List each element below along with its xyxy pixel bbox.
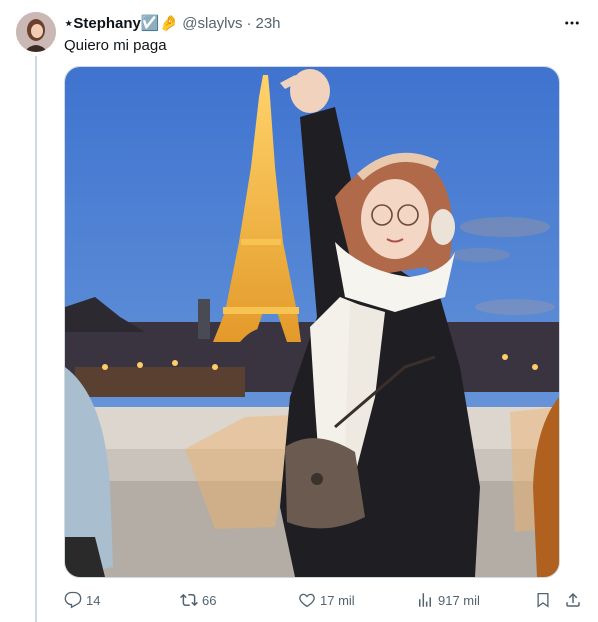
- separator-dot: ·: [246, 14, 252, 32]
- bookmark-icon: [537, 592, 549, 608]
- views-icon: [419, 593, 431, 607]
- views-button[interactable]: 917 mil: [416, 588, 480, 612]
- more-button[interactable]: [560, 11, 584, 35]
- retweet-button[interactable]: 66: [180, 588, 216, 612]
- retweet-count: 66: [202, 592, 217, 608]
- tweet-photo[interactable]: [64, 66, 560, 578]
- avatar[interactable]: [16, 12, 56, 52]
- like-icon: [299, 593, 315, 608]
- user-handle[interactable]: @slaylvs: [182, 15, 242, 32]
- views-count: 917 mil: [438, 592, 480, 608]
- timestamp[interactable]: 23h: [256, 15, 281, 32]
- reply-count: 14: [86, 592, 101, 608]
- share-icon: [566, 592, 580, 607]
- reply-button[interactable]: 14: [64, 588, 100, 612]
- like-count: 17 mil: [320, 592, 355, 608]
- reply-icon: [64, 591, 82, 609]
- thread-line: [35, 56, 37, 622]
- more-icon: [565, 21, 579, 25]
- bookmark-button[interactable]: [534, 588, 552, 612]
- action-bar: 14 66 17 mil 917 mil: [64, 588, 584, 612]
- avatar-image: [16, 12, 56, 52]
- photo-eiffel-tower: [65, 67, 559, 577]
- share-button[interactable]: [564, 588, 582, 612]
- like-button[interactable]: 17 mil: [298, 588, 355, 612]
- tweet-text: Quiero mi paga: [64, 37, 167, 54]
- tweet-header: ⋆Stephany☑️🤌 @slaylvs · 23h: [64, 13, 584, 33]
- display-name[interactable]: ⋆Stephany☑️🤌: [64, 14, 178, 32]
- retweet-icon: [180, 593, 198, 607]
